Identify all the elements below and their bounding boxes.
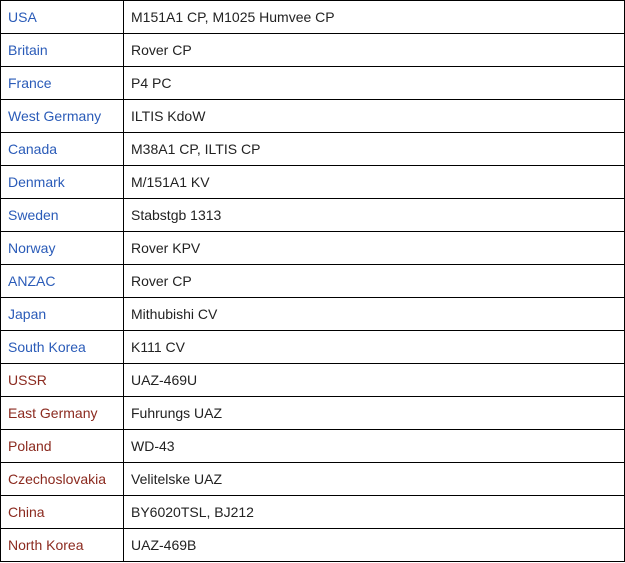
vehicle-cell: Rover CP bbox=[123, 33, 625, 67]
table-row: South Korea K111 CV bbox=[0, 330, 625, 364]
country-cell: USSR bbox=[0, 363, 124, 397]
table-row: Canada M38A1 CP, ILTIS CP bbox=[0, 132, 625, 166]
table-row: East Germany Fuhrungs UAZ bbox=[0, 396, 625, 430]
country-cell: Czechoslovakia bbox=[0, 462, 124, 496]
table-row: Sweden Stabstgb 1313 bbox=[0, 198, 625, 232]
country-cell: North Korea bbox=[0, 528, 124, 562]
country-cell: USA bbox=[0, 0, 124, 34]
vehicle-cell: BY6020TSL, BJ212 bbox=[123, 495, 625, 529]
command-vehicle-table: USA M151A1 CP, M1025 Humvee CP Britain R… bbox=[0, 0, 625, 562]
vehicle-cell: Mithubishi CV bbox=[123, 297, 625, 331]
table-body: USA M151A1 CP, M1025 Humvee CP Britain R… bbox=[0, 0, 625, 562]
vehicle-cell: UAZ-469U bbox=[123, 363, 625, 397]
table-row: Britain Rover CP bbox=[0, 33, 625, 67]
table-row: USSR UAZ-469U bbox=[0, 363, 625, 397]
vehicle-cell: M38A1 CP, ILTIS CP bbox=[123, 132, 625, 166]
vehicle-cell: M151A1 CP, M1025 Humvee CP bbox=[123, 0, 625, 34]
table-row: Norway Rover KPV bbox=[0, 231, 625, 265]
vehicle-cell: Velitelske UAZ bbox=[123, 462, 625, 496]
vehicle-cell: Fuhrungs UAZ bbox=[123, 396, 625, 430]
table-row: Poland WD-43 bbox=[0, 429, 625, 463]
vehicle-cell: ILTIS KdoW bbox=[123, 99, 625, 133]
vehicle-cell: M/151A1 KV bbox=[123, 165, 625, 199]
vehicle-cell: K111 CV bbox=[123, 330, 625, 364]
vehicle-cell: P4 PC bbox=[123, 66, 625, 100]
vehicle-cell: WD-43 bbox=[123, 429, 625, 463]
country-cell: East Germany bbox=[0, 396, 124, 430]
vehicle-cell: Rover KPV bbox=[123, 231, 625, 265]
vehicle-cell: Stabstgb 1313 bbox=[123, 198, 625, 232]
country-cell: West Germany bbox=[0, 99, 124, 133]
country-cell: Denmark bbox=[0, 165, 124, 199]
table-row: USA M151A1 CP, M1025 Humvee CP bbox=[0, 0, 625, 34]
table-row: ANZAC Rover CP bbox=[0, 264, 625, 298]
country-cell: ANZAC bbox=[0, 264, 124, 298]
country-cell: Sweden bbox=[0, 198, 124, 232]
country-cell: France bbox=[0, 66, 124, 100]
country-cell: Norway bbox=[0, 231, 124, 265]
table-row: Czechoslovakia Velitelske UAZ bbox=[0, 462, 625, 496]
country-cell: China bbox=[0, 495, 124, 529]
country-cell: Poland bbox=[0, 429, 124, 463]
country-cell: Britain bbox=[0, 33, 124, 67]
table-row: West Germany ILTIS KdoW bbox=[0, 99, 625, 133]
table-row: France P4 PC bbox=[0, 66, 625, 100]
country-cell: Japan bbox=[0, 297, 124, 331]
table-row: North Korea UAZ-469B bbox=[0, 528, 625, 562]
country-cell: South Korea bbox=[0, 330, 124, 364]
table-row: Japan Mithubishi CV bbox=[0, 297, 625, 331]
table-row: Denmark M/151A1 KV bbox=[0, 165, 625, 199]
table-row: China BY6020TSL, BJ212 bbox=[0, 495, 625, 529]
vehicle-cell: UAZ-469B bbox=[123, 528, 625, 562]
country-cell: Canada bbox=[0, 132, 124, 166]
vehicle-cell: Rover CP bbox=[123, 264, 625, 298]
